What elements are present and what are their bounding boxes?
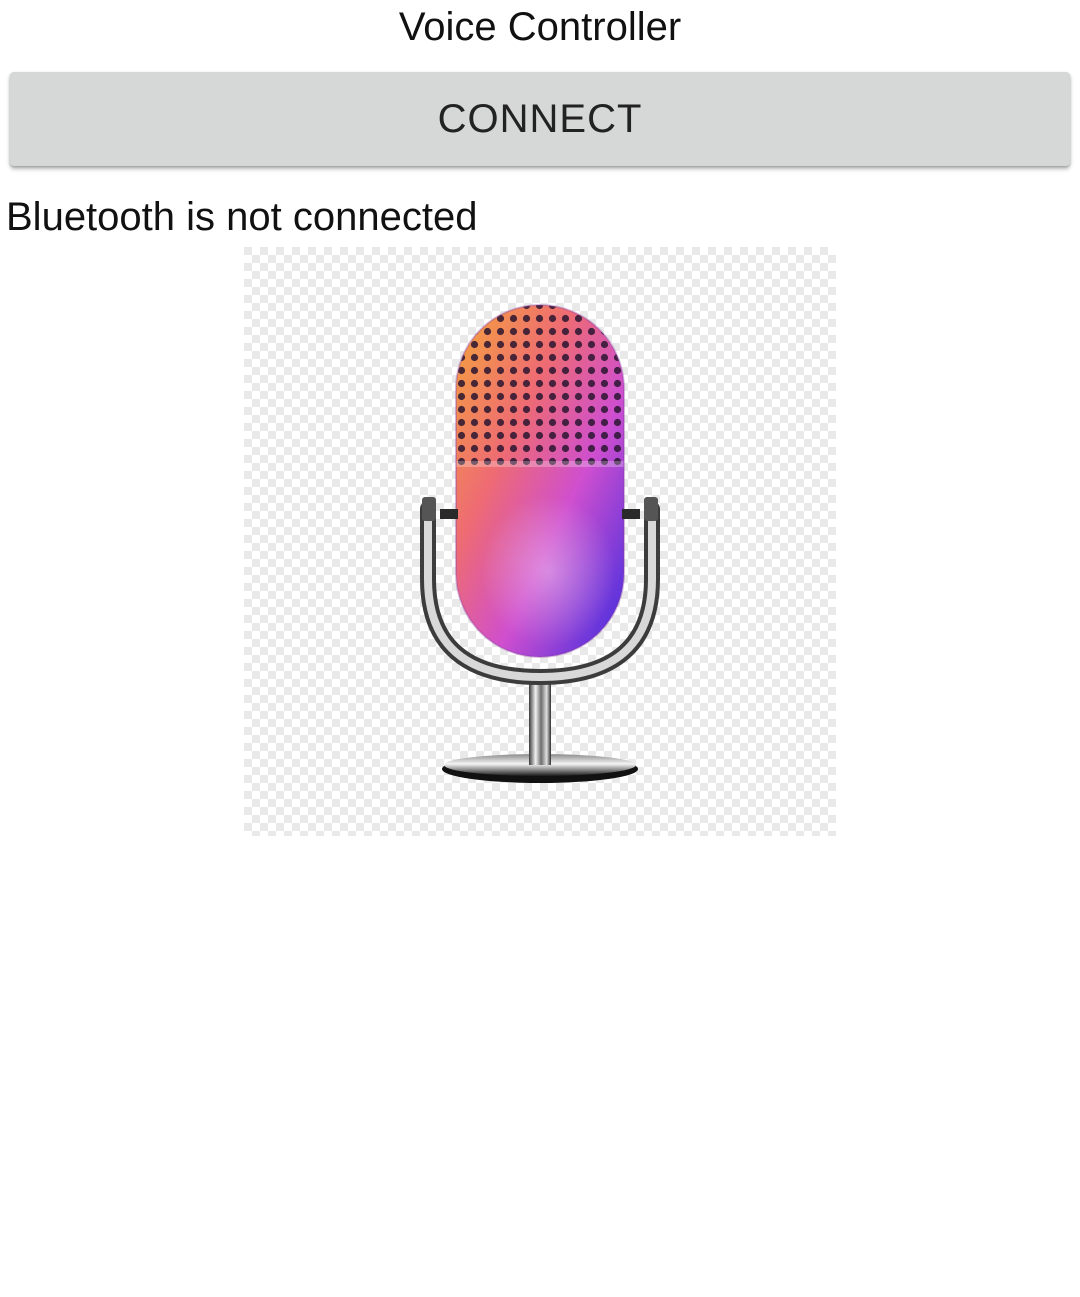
app-title: Voice Controller xyxy=(398,5,682,49)
microphone-icon xyxy=(244,247,836,836)
app-screen: Voice Controller CONNECT Bluetooth is no… xyxy=(0,0,1080,1297)
microphone-button[interactable] xyxy=(244,247,836,836)
bluetooth-status-text: Bluetooth is not connected xyxy=(6,195,478,239)
connect-button[interactable]: CONNECT xyxy=(10,72,1070,166)
